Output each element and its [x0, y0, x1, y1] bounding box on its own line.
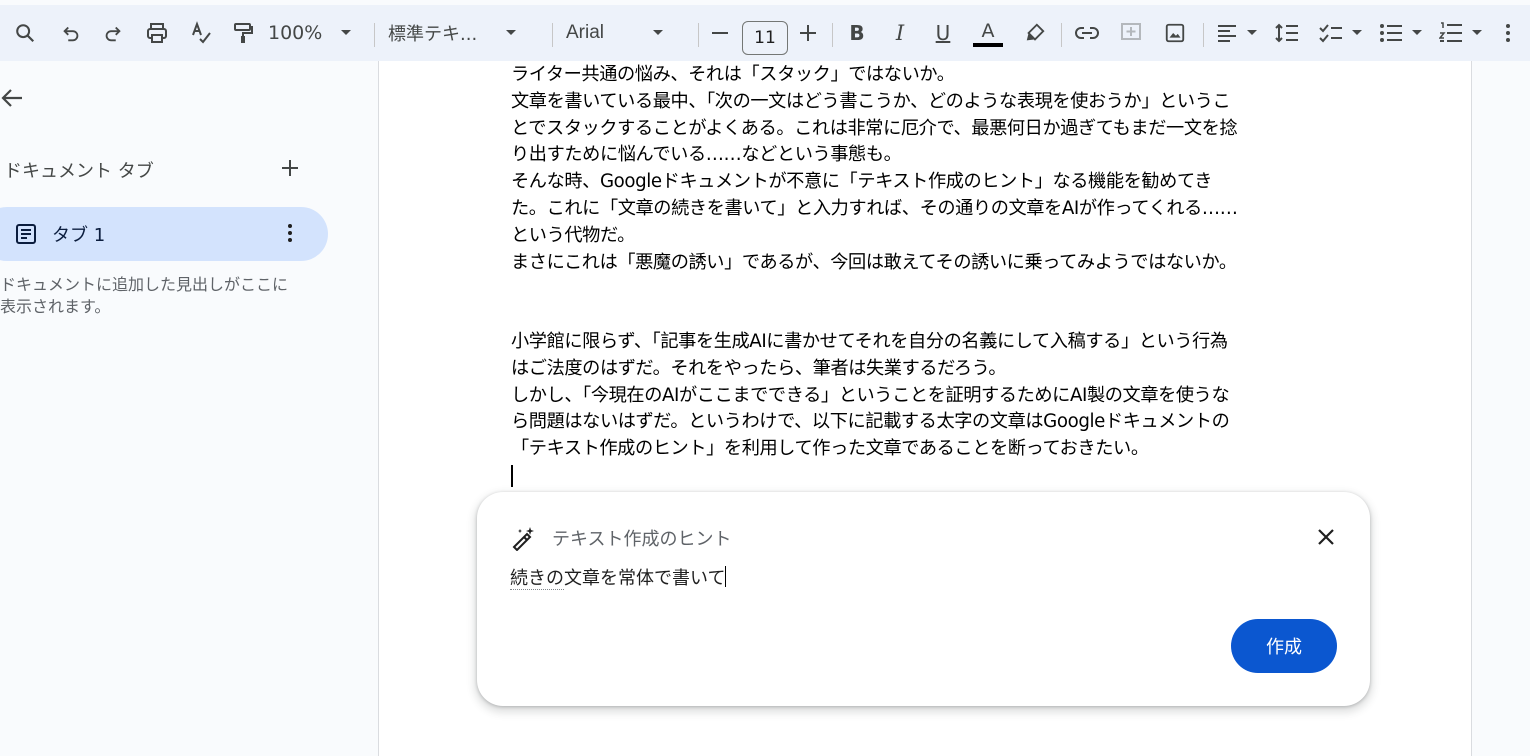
- bold-icon[interactable]: B: [844, 5, 870, 61]
- font-size-input[interactable]: 11: [742, 21, 788, 55]
- image-icon[interactable]: [1160, 5, 1190, 61]
- add-tab-icon[interactable]: [280, 158, 300, 182]
- text-color-icon[interactable]: A: [972, 5, 1004, 61]
- redo-icon[interactable]: [98, 5, 128, 61]
- magic-pen-icon: [510, 525, 536, 555]
- paragraph-2[interactable]: 小学館に限らず、「記事を生成AIに書かせてそれを自分の名義にして入稿する」という…: [511, 329, 1351, 463]
- headings-hint: ドキュメントに追加した見出しがここに表示されます。: [0, 275, 289, 316]
- text-line: そんな時、Googleドキュメントが不意に「テキスト作成のヒント」なる機能を勧め…: [511, 171, 1212, 193]
- numbered-list-icon: [1439, 22, 1462, 42]
- toolbar-divider: [1203, 23, 1204, 47]
- toolbar-divider: [552, 23, 553, 47]
- zoom-value: 100%: [268, 22, 323, 44]
- chevron-down-icon: [1247, 30, 1257, 35]
- document-tabs-title: ドキュメント タブ: [4, 161, 154, 182]
- increase-font-size-icon[interactable]: [796, 5, 820, 61]
- spellcheck-icon[interactable]: [186, 5, 216, 61]
- text-line: とでスタックすることがよくある。これは非常に厄介で、最悪何日か過ぎてもまだ一文を…: [511, 117, 1238, 139]
- text-line: 文章を書いている最中、「次の一文はどう書こうか、どのような表現を使おうか」という…: [511, 90, 1231, 112]
- line-spacing-icon[interactable]: [1272, 5, 1302, 61]
- chevron-down-icon: [1472, 30, 1482, 35]
- toolbar: 100% 標準テキ... Arial 11 B I U A: [0, 5, 1530, 61]
- search-icon[interactable]: [10, 5, 40, 61]
- chevron-down-icon: [341, 30, 352, 35]
- underline-icon[interactable]: U: [930, 5, 956, 61]
- text-line: 「テキスト作成のヒント」を利用して作った文章であることを断っておきたい。: [511, 438, 1149, 460]
- close-icon[interactable]: [1314, 525, 1338, 553]
- zoom-dropdown[interactable]: 100%: [268, 5, 364, 61]
- prompt-input[interactable]: 続きの文章を常体で書いて: [510, 564, 727, 590]
- create-button[interactable]: 作成: [1231, 619, 1337, 673]
- text-line: まさにこれは「悪魔の誘い」であるが、今回は敢えてその誘いに乗ってみようではないか…: [511, 251, 1237, 273]
- prompt-text: 文章を常体で書いて: [564, 568, 726, 589]
- undo-icon[interactable]: [56, 5, 86, 61]
- toolbar-divider: [832, 23, 833, 47]
- text-color-swatch: [973, 43, 1003, 47]
- align-left-icon: [1218, 25, 1236, 42]
- chevron-down-icon: [1352, 30, 1362, 35]
- text-cursor: [511, 465, 513, 487]
- chevron-down-icon: [1412, 30, 1422, 35]
- checklist-dropdown[interactable]: [1316, 5, 1366, 61]
- text-line: しかし、「今現在のAIがここまでできる」ということを証明するためにAI製の文章を…: [511, 384, 1230, 406]
- decrease-font-size-icon[interactable]: [708, 5, 732, 61]
- numbered-list-dropdown[interactable]: [1436, 5, 1486, 61]
- comment-icon[interactable]: [1116, 5, 1146, 61]
- style-value: 標準テキ...: [388, 24, 478, 45]
- paragraph-style-dropdown[interactable]: 標準テキ...: [388, 5, 540, 61]
- text-line: という代物だ。: [511, 224, 635, 246]
- toolbar-divider: [374, 23, 375, 47]
- page-border: [1471, 61, 1472, 756]
- text-line: ライター共通の悩み、それは「スタック」ではないか。: [511, 64, 955, 85]
- text-line: ら問題はないはずだ。というわけで、以下に記載する太字の文章はGoogleドキュメ…: [511, 411, 1230, 433]
- link-icon[interactable]: [1072, 5, 1102, 61]
- hint-panel-title: テキスト作成のヒント: [552, 529, 732, 550]
- prompt-text-underlined: 続きの: [510, 568, 564, 590]
- toolbar-divider: [698, 23, 699, 47]
- tab-item-tab-1[interactable]: [0, 207, 328, 261]
- back-arrow-icon[interactable]: [0, 86, 24, 114]
- chevron-down-icon: [653, 30, 664, 35]
- bullet-list-dropdown[interactable]: [1376, 5, 1426, 61]
- chevron-down-icon: [506, 30, 517, 35]
- more-icon[interactable]: [1498, 5, 1518, 61]
- highlight-icon[interactable]: [1021, 5, 1049, 61]
- text-color-letter: A: [981, 20, 995, 42]
- paragraph-1[interactable]: ライター共通の悩み、それは「スタック」ではないか。 文章を書いている最中、「次の…: [511, 62, 1351, 276]
- tab-label: タブ 1: [52, 225, 106, 246]
- bullet-list-icon: [1380, 24, 1402, 42]
- font-value: Arial: [566, 22, 605, 43]
- text-line: はご法度のはずだ。それをやったら、筆者は失業するだろう。: [511, 357, 1007, 379]
- text-line: り出すために悩んでいる……などという事態も。: [511, 144, 902, 166]
- align-dropdown[interactable]: [1212, 5, 1262, 61]
- font-dropdown[interactable]: Arial: [566, 5, 688, 61]
- text-line: た。これに「文章の続きを書いて」と入力すれば、その通りの文章をAIが作ってくれる…: [511, 197, 1238, 219]
- input-cursor: [725, 566, 727, 587]
- text-line: 小学館に限らず、「記事を生成AIに書かせてそれを自分の名義にして入稿する」という…: [511, 331, 1228, 352]
- tab-more-icon[interactable]: [286, 223, 294, 247]
- checklist-icon: [1319, 24, 1342, 43]
- print-icon[interactable]: [142, 5, 172, 61]
- toolbar-divider: [1061, 23, 1062, 47]
- paint-format-icon[interactable]: [228, 5, 258, 61]
- document-icon: [16, 224, 36, 248]
- italic-icon[interactable]: I: [887, 5, 913, 61]
